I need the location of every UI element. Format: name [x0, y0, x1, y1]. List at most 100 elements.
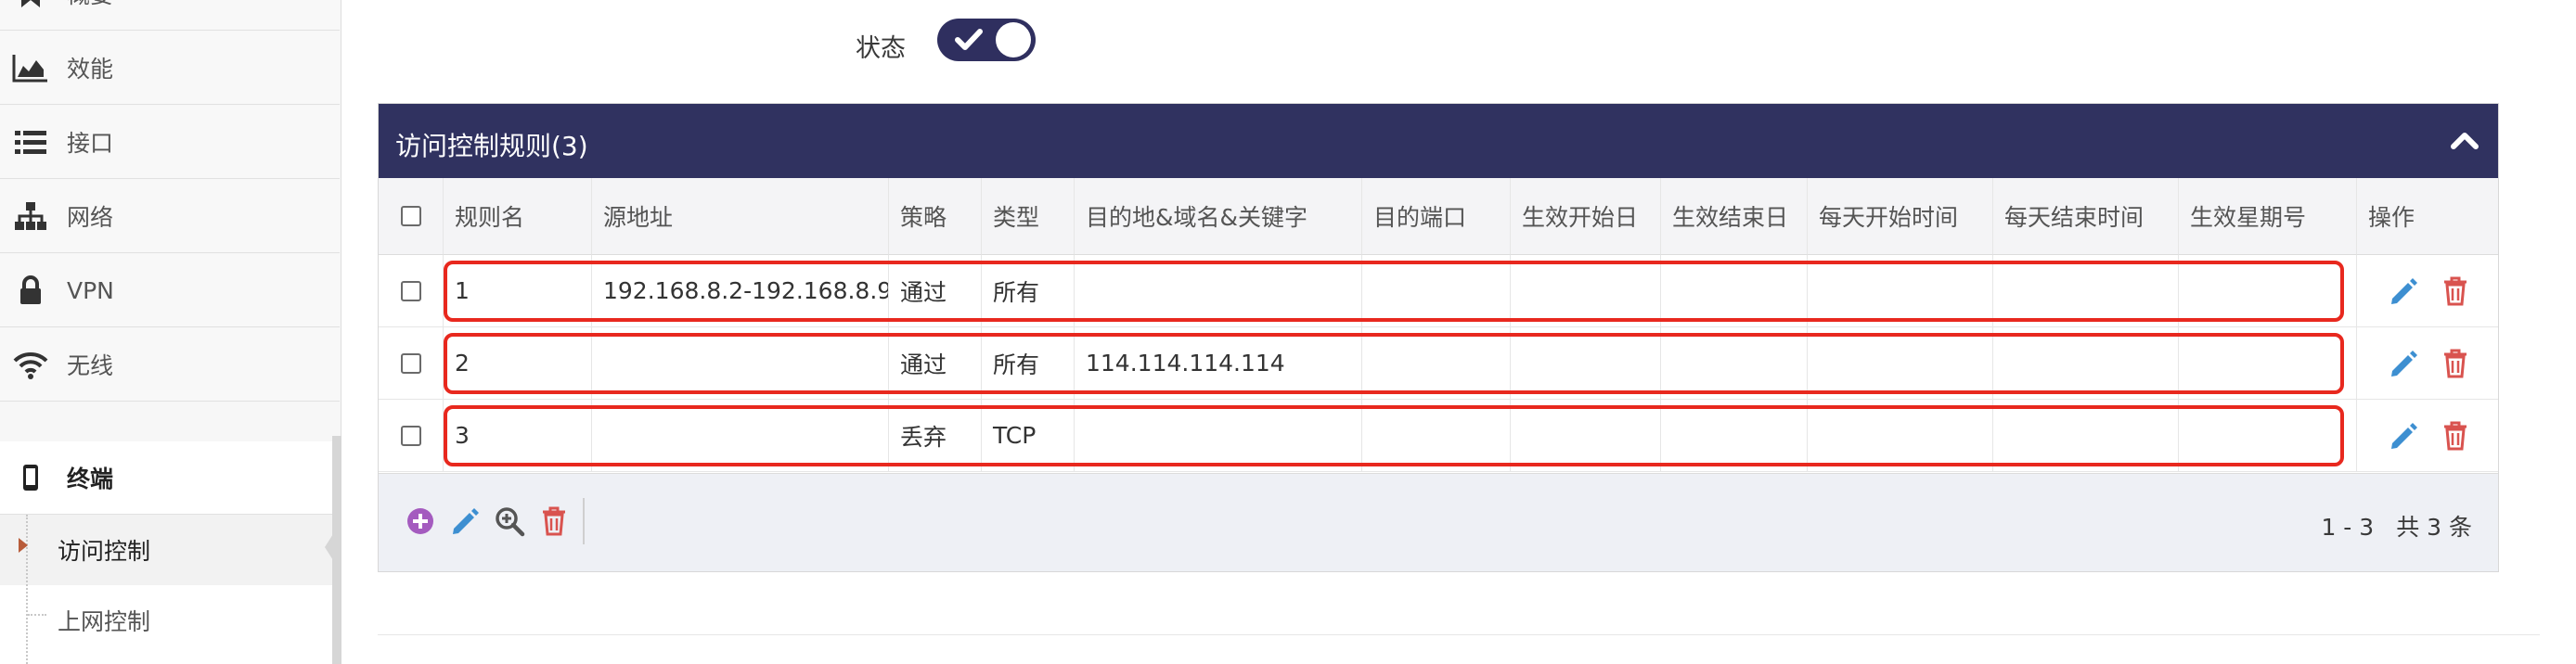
column-header[interactable]: 每天结束时间: [1993, 178, 2179, 255]
table-cell: 所有: [982, 255, 1075, 327]
toggle-knob: [996, 22, 1031, 57]
table-cell: [1661, 400, 1808, 472]
table-cell: [1661, 327, 1808, 400]
trash-icon[interactable]: [535, 502, 573, 541]
sidebar-item-network[interactable]: 网络: [0, 180, 340, 253]
toolbar-separator: [583, 498, 585, 544]
submenu-tree-branch: [28, 614, 46, 616]
table-cell: [592, 327, 889, 400]
table-cell: [1808, 327, 1993, 400]
sidebar: 概要 效能 接口 网络 VPN 无线 终端: [0, 0, 341, 664]
mobile-icon: [11, 458, 50, 497]
column-header[interactable]: 每天开始时间: [1808, 178, 1993, 255]
pencil-icon[interactable]: [445, 502, 484, 541]
table-cell: [1808, 400, 1993, 472]
status-toggle[interactable]: [937, 19, 1036, 61]
table-cell: [1075, 255, 1362, 327]
bookmark-icon: [11, 0, 50, 13]
table-cell: [1362, 327, 1511, 400]
panel-title: 访问控制规则(3): [395, 131, 588, 161]
table-cell: [2179, 400, 2357, 472]
column-header[interactable]: 生效开始日: [1511, 178, 1661, 255]
sidebar-item-interface[interactable]: 接口: [0, 106, 340, 179]
sidebar-subitem-access-control[interactable]: 访问控制: [0, 515, 340, 585]
area-chart-icon: [11, 48, 50, 87]
sidebar-item-label: 终端: [67, 466, 114, 492]
column-header[interactable]: 生效星期号: [2179, 178, 2357, 255]
table-cell: [1993, 327, 2179, 400]
table-cell: [1661, 255, 1808, 327]
table-cell: [1993, 400, 2179, 472]
zoom-in-icon[interactable]: [490, 502, 529, 541]
select-all-header: [379, 178, 444, 255]
row-actions-cell: [2357, 400, 2498, 472]
lock-icon: [11, 271, 50, 310]
sidebar-item-label: 网络: [67, 204, 114, 231]
table-cell: [2179, 255, 2357, 327]
sidebar-submenu: 访问控制 上网控制: [0, 515, 340, 664]
column-header[interactable]: 规则名: [444, 178, 592, 255]
pagination-info: 1 - 3 共 3 条: [2321, 509, 2472, 543]
column-header[interactable]: 源地址: [592, 178, 889, 255]
pencil-icon[interactable]: [2385, 345, 2422, 382]
chevron-up-icon[interactable]: [2448, 124, 2481, 161]
table-footer: 1 - 3 共 3 条: [379, 473, 2498, 571]
status-label: 状态: [856, 34, 906, 63]
row-checkbox[interactable]: [400, 280, 421, 301]
pencil-icon[interactable]: [2385, 417, 2422, 454]
sidebar-item-performance[interactable]: 效能: [0, 32, 340, 105]
sidebar-subitem-label: 上网控制: [58, 608, 151, 635]
sidebar-item-label: 无线: [67, 352, 114, 379]
trash-icon[interactable]: [2437, 273, 2474, 310]
sidebar-item-vpn[interactable]: VPN: [0, 254, 340, 327]
column-header[interactable]: 策略: [889, 178, 982, 255]
row-checkbox[interactable]: [400, 425, 421, 446]
select-all-checkbox[interactable]: [400, 206, 421, 226]
divider: [378, 634, 2540, 635]
sidebar-item-wireless[interactable]: 无线: [0, 328, 340, 402]
sidebar-item-overview[interactable]: 概要: [0, 0, 340, 31]
panel-header: 访问控制规则(3): [379, 104, 2498, 178]
access-control-panel: 访问控制规则(3) 规则名 源地址 策略 类型 目的地&域名&关键字 目的端口 …: [378, 103, 2499, 572]
table-cell: [1993, 255, 2179, 327]
table-cell: 丢弃: [889, 400, 982, 472]
table-cell: 所有: [982, 327, 1075, 400]
sidebar-subitem-label: 访问控制: [58, 538, 151, 565]
table-cell: [1362, 400, 1511, 472]
row-select-cell: [379, 255, 444, 327]
column-header[interactable]: 目的端口: [1362, 178, 1511, 255]
table-cell: [1362, 255, 1511, 327]
row-actions-cell: [2357, 255, 2498, 327]
sidebar-item-terminal[interactable]: 终端: [0, 441, 340, 515]
sidebar-item-label: 效能: [67, 56, 114, 83]
table-cell: [1511, 327, 1661, 400]
sidebar-item-label: VPN: [67, 276, 114, 304]
trash-icon[interactable]: [2437, 345, 2474, 382]
table-cell: 通过: [889, 255, 982, 327]
table-cell: [1075, 400, 1362, 472]
sidebar-subitem-internet-control[interactable]: 上网控制: [0, 585, 340, 656]
add-circle-icon[interactable]: [401, 502, 440, 541]
table-cell: 1: [444, 255, 592, 327]
column-header[interactable]: 生效结束日: [1661, 178, 1808, 255]
table-cell: 2: [444, 327, 592, 400]
column-header: 操作: [2357, 178, 2498, 255]
column-header[interactable]: 目的地&域名&关键字: [1075, 178, 1362, 255]
total-count: 共 3 条: [2396, 514, 2472, 541]
table-cell: [2179, 327, 2357, 400]
row-actions-cell: [2357, 327, 2498, 400]
table-cell: 114.114.114.114: [1075, 327, 1362, 400]
trash-icon[interactable]: [2437, 417, 2474, 454]
table-cell: [1808, 255, 1993, 327]
table-cell: 192.168.8.2-192.168.8.9: [592, 255, 889, 327]
pencil-icon[interactable]: [2385, 273, 2422, 310]
table-cell: [1511, 400, 1661, 472]
row-checkbox[interactable]: [400, 352, 421, 374]
table-cell: [592, 400, 889, 472]
table-cell: 通过: [889, 327, 982, 400]
caret-right-icon: [19, 538, 28, 553]
sidebar-item-label: 概要: [67, 0, 113, 10]
column-header[interactable]: 类型: [982, 178, 1075, 255]
table-cell: 3: [444, 400, 592, 472]
sidebar-item-label: 接口: [67, 130, 114, 157]
